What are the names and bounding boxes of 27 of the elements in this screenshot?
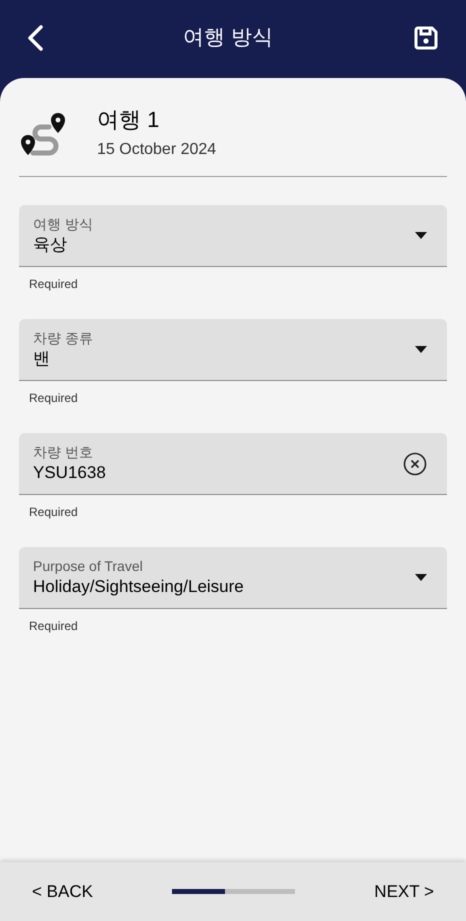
field-label: 여행 방식 xyxy=(33,214,94,232)
dropdown-field[interactable]: Purpose of Travel Holiday/Sightseeing/Leisure xyxy=(19,547,447,609)
helper-text: Required xyxy=(28,619,79,633)
dropdown-caret-icon xyxy=(415,574,427,581)
field-label: Purpose of Travel xyxy=(33,556,144,574)
screen-title: 여행 방식 xyxy=(183,24,273,51)
dropdown-field[interactable]: 차량 종류 밴 xyxy=(19,319,447,381)
helper-text: Required xyxy=(28,505,79,519)
dropdown-field[interactable]: 여행 방식 육상 xyxy=(19,205,447,267)
next-button[interactable]: NEXT > xyxy=(374,878,434,904)
field-label: 차량 번호 xyxy=(33,442,94,460)
trip-name: 여행 1 xyxy=(97,106,160,134)
field-value: 육상 xyxy=(33,234,68,256)
helper-text: Required xyxy=(28,277,79,291)
back-icon[interactable] xyxy=(26,24,44,52)
field-value: 밴 xyxy=(33,348,51,370)
input-field[interactable]: 차량 번호 YSU1638 xyxy=(19,433,447,495)
back-button[interactable]: < BACK xyxy=(32,878,93,904)
clear-icon[interactable] xyxy=(403,452,427,476)
helper-text: Required xyxy=(28,391,79,405)
field-label: 차량 종류 xyxy=(33,328,94,346)
dropdown-caret-icon xyxy=(415,232,427,239)
dropdown-caret-icon xyxy=(415,346,427,353)
field-value: YSU1638 xyxy=(33,462,107,484)
trip-date: 15 October 2024 xyxy=(97,140,216,160)
save-icon[interactable] xyxy=(412,24,440,52)
field-value: Holiday/Sightseeing/Leisure xyxy=(33,576,245,598)
